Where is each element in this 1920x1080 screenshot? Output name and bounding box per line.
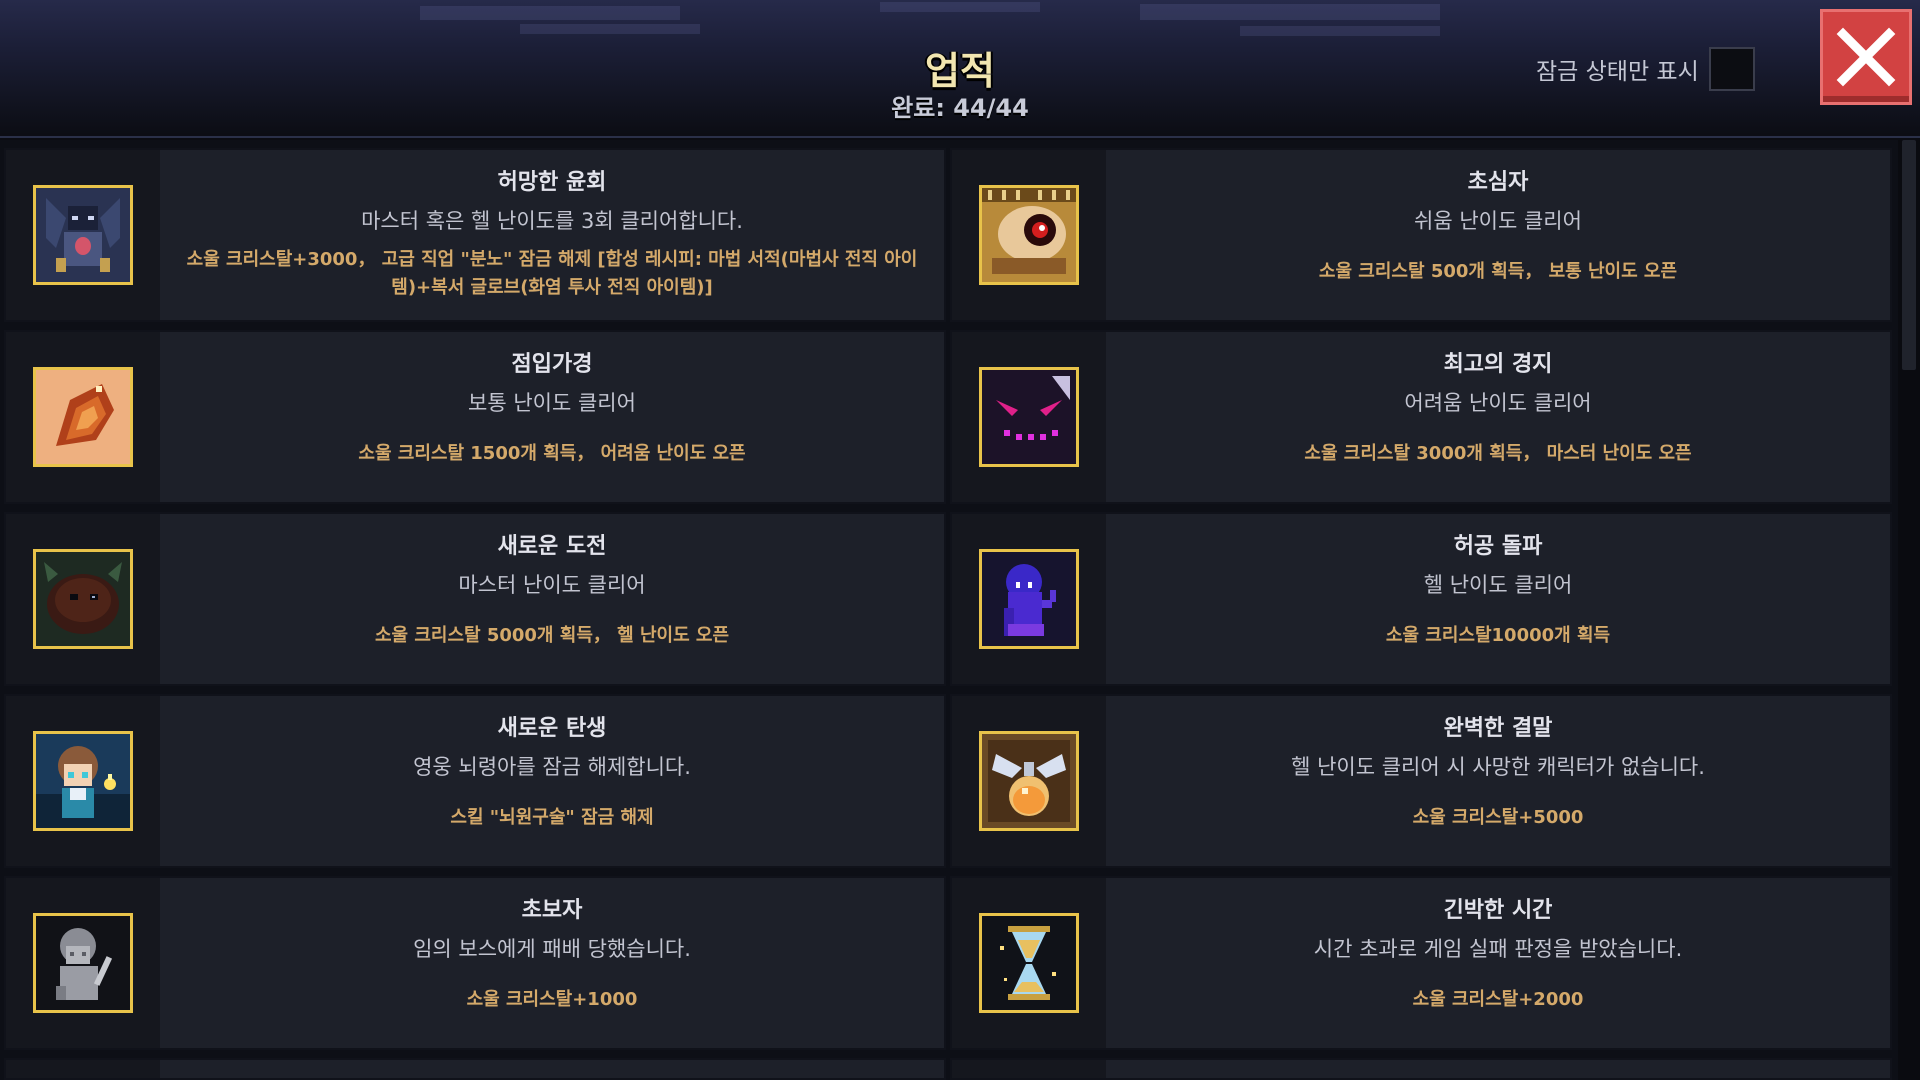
achievement-card: 최고의 경지 어려움 난이도 클리어 소울 크리스탈 3000개 획득， 마스터… (950, 330, 1892, 504)
achievement-card: 새로운 도전 마스터 난이도 클리어 소울 크리스탈 5000개 획득， 헬 난… (4, 512, 946, 686)
page-title: 업적 (925, 49, 995, 93)
achievement-desc: 임의 보스에게 패배 당했습니다. (413, 937, 691, 961)
achievement-card (4, 1058, 946, 1080)
achievement-reward: 소울 크리스탈+1000 (466, 989, 638, 1010)
scrollbar[interactable] (1898, 140, 1920, 1080)
achievement-reward: 소울 크리스탈 500개 획득， 보통 난이도 오픈 (1318, 261, 1678, 282)
achievement-reward: 소울 크리스탈10000개 획득 (1385, 625, 1611, 646)
achievement-desc: 시간 초과로 게임 실패 판정을 받았습니다. (1313, 937, 1683, 961)
achievement-reward: 소울 크리스탈 3000개 획득， 마스터 난이도 오픈 (1304, 443, 1692, 464)
lock-filter[interactable]: 잠금 상태만 표시 (1536, 47, 1755, 91)
achievement-card: 점입가경 보통 난이도 클리어 소울 크리스탈 1500개 획득， 어려움 난이… (4, 330, 946, 504)
achievement-reward: 스킬 "뇌원구술" 잠금 해제 (450, 807, 654, 828)
achievement-name: 허망한 윤회 (497, 170, 607, 195)
achievement-card (950, 1058, 1892, 1080)
shadow-demon-face-icon (982, 370, 1076, 464)
close-x-icon (1836, 27, 1896, 87)
dark-blob-monster-icon (36, 552, 130, 646)
lightning-hero-portrait-icon (36, 734, 130, 828)
sky-cloud (520, 24, 700, 34)
achievement-name: 허공 돌파 (1453, 534, 1543, 559)
achievement-reward: 소울 크리스탈+3000， 고급 직업 "분노" 잠금 해제 [합성 레시피: … (186, 249, 918, 298)
flame-claw-icon (36, 370, 130, 464)
red-eye-beast-icon (982, 188, 1076, 282)
sky-cloud (880, 2, 1040, 12)
achievement-desc: 쉬움 난이도 클리어 (1414, 209, 1582, 233)
achievement-desc: 헬 난이도 클리어 시 사망한 캐릭터가 없습니다. (1291, 755, 1705, 779)
achievement-desc: 보통 난이도 클리어 (468, 391, 636, 415)
header-divider (0, 136, 1920, 138)
achievement-reward: 소울 크리스탈+2000 (1412, 989, 1584, 1010)
winged-potion-icon (982, 734, 1076, 828)
sky-cloud (1240, 26, 1440, 36)
sky-cloud (1140, 4, 1440, 20)
achievement-name: 초보자 (521, 898, 583, 923)
lock-filter-checkbox[interactable] (1708, 47, 1755, 91)
achievement-name: 초심자 (1467, 170, 1529, 195)
completion-counter: 완료: 44/44 (891, 94, 1029, 122)
achievement-reward: 소울 크리스탈+5000 (1412, 807, 1584, 828)
achievement-card: 새로운 탄생 영웅 뇌령아를 잠금 해제합니다. 스킬 "뇌원구술" 잠금 해제 (4, 694, 946, 868)
achievement-name: 긴박한 시간 (1443, 898, 1553, 923)
achievement-name: 새로운 탄생 (497, 716, 607, 741)
achievement-desc: 마스터 난이도 클리어 (458, 573, 646, 597)
achievement-name: 완벽한 결말 (1443, 716, 1553, 741)
achievement-desc: 영웅 뇌령아를 잠금 해제합니다. (413, 755, 691, 779)
dark-armored-knight-icon (36, 188, 130, 282)
achievement-card: 초심자 쉬움 난이도 클리어 소울 크리스탈 500개 획득， 보통 난이도 오… (950, 148, 1892, 322)
achievement-card: 허망한 윤회 마스터 혹은 헬 난이도를 3회 클리어합니다. 소울 크리스탈+… (4, 148, 946, 322)
achievement-card: 긴박한 시간 시간 초과로 게임 실패 판정을 받았습니다. 소울 크리스탈+2… (950, 876, 1892, 1050)
achievement-card: 초보자 임의 보스에게 패배 당했습니다. 소울 크리스탈+1000 (4, 876, 946, 1050)
achievement-desc: 어려움 난이도 클리어 (1404, 391, 1592, 415)
achievement-reward: 소울 크리스탈 5000개 획득， 헬 난이도 오픈 (374, 625, 730, 646)
hourglass-icon (982, 916, 1076, 1010)
achievement-desc: 헬 난이도 클리어 (1423, 573, 1573, 597)
achievement-grid: 허망한 윤회 마스터 혹은 헬 난이도를 3회 클리어합니다. 소울 크리스탈+… (0, 148, 1896, 1080)
achievement-desc: 마스터 혹은 헬 난이도를 3회 클리어합니다. (361, 209, 743, 233)
achievement-name: 새로운 도전 (497, 534, 607, 559)
close-button[interactable] (1820, 9, 1912, 105)
achievement-name: 최고의 경지 (1443, 352, 1553, 377)
achievement-card: 허공 돌파 헬 난이도 클리어 소울 크리스탈10000개 획득 (950, 512, 1892, 686)
sky-cloud (420, 6, 680, 20)
purple-ghost-figure-icon (982, 552, 1076, 646)
achievement-reward: 소울 크리스탈 1500개 획득， 어려움 난이도 오픈 (358, 443, 746, 464)
grey-knight-statue-icon (36, 916, 130, 1010)
achievement-card: 완벽한 결말 헬 난이도 클리어 시 사망한 캐릭터가 없습니다. 소울 크리스… (950, 694, 1892, 868)
scrollbar-thumb[interactable] (1902, 140, 1916, 370)
achievement-name: 점입가경 (511, 352, 593, 377)
lock-filter-label: 잠금 상태만 표시 (1536, 59, 1699, 85)
